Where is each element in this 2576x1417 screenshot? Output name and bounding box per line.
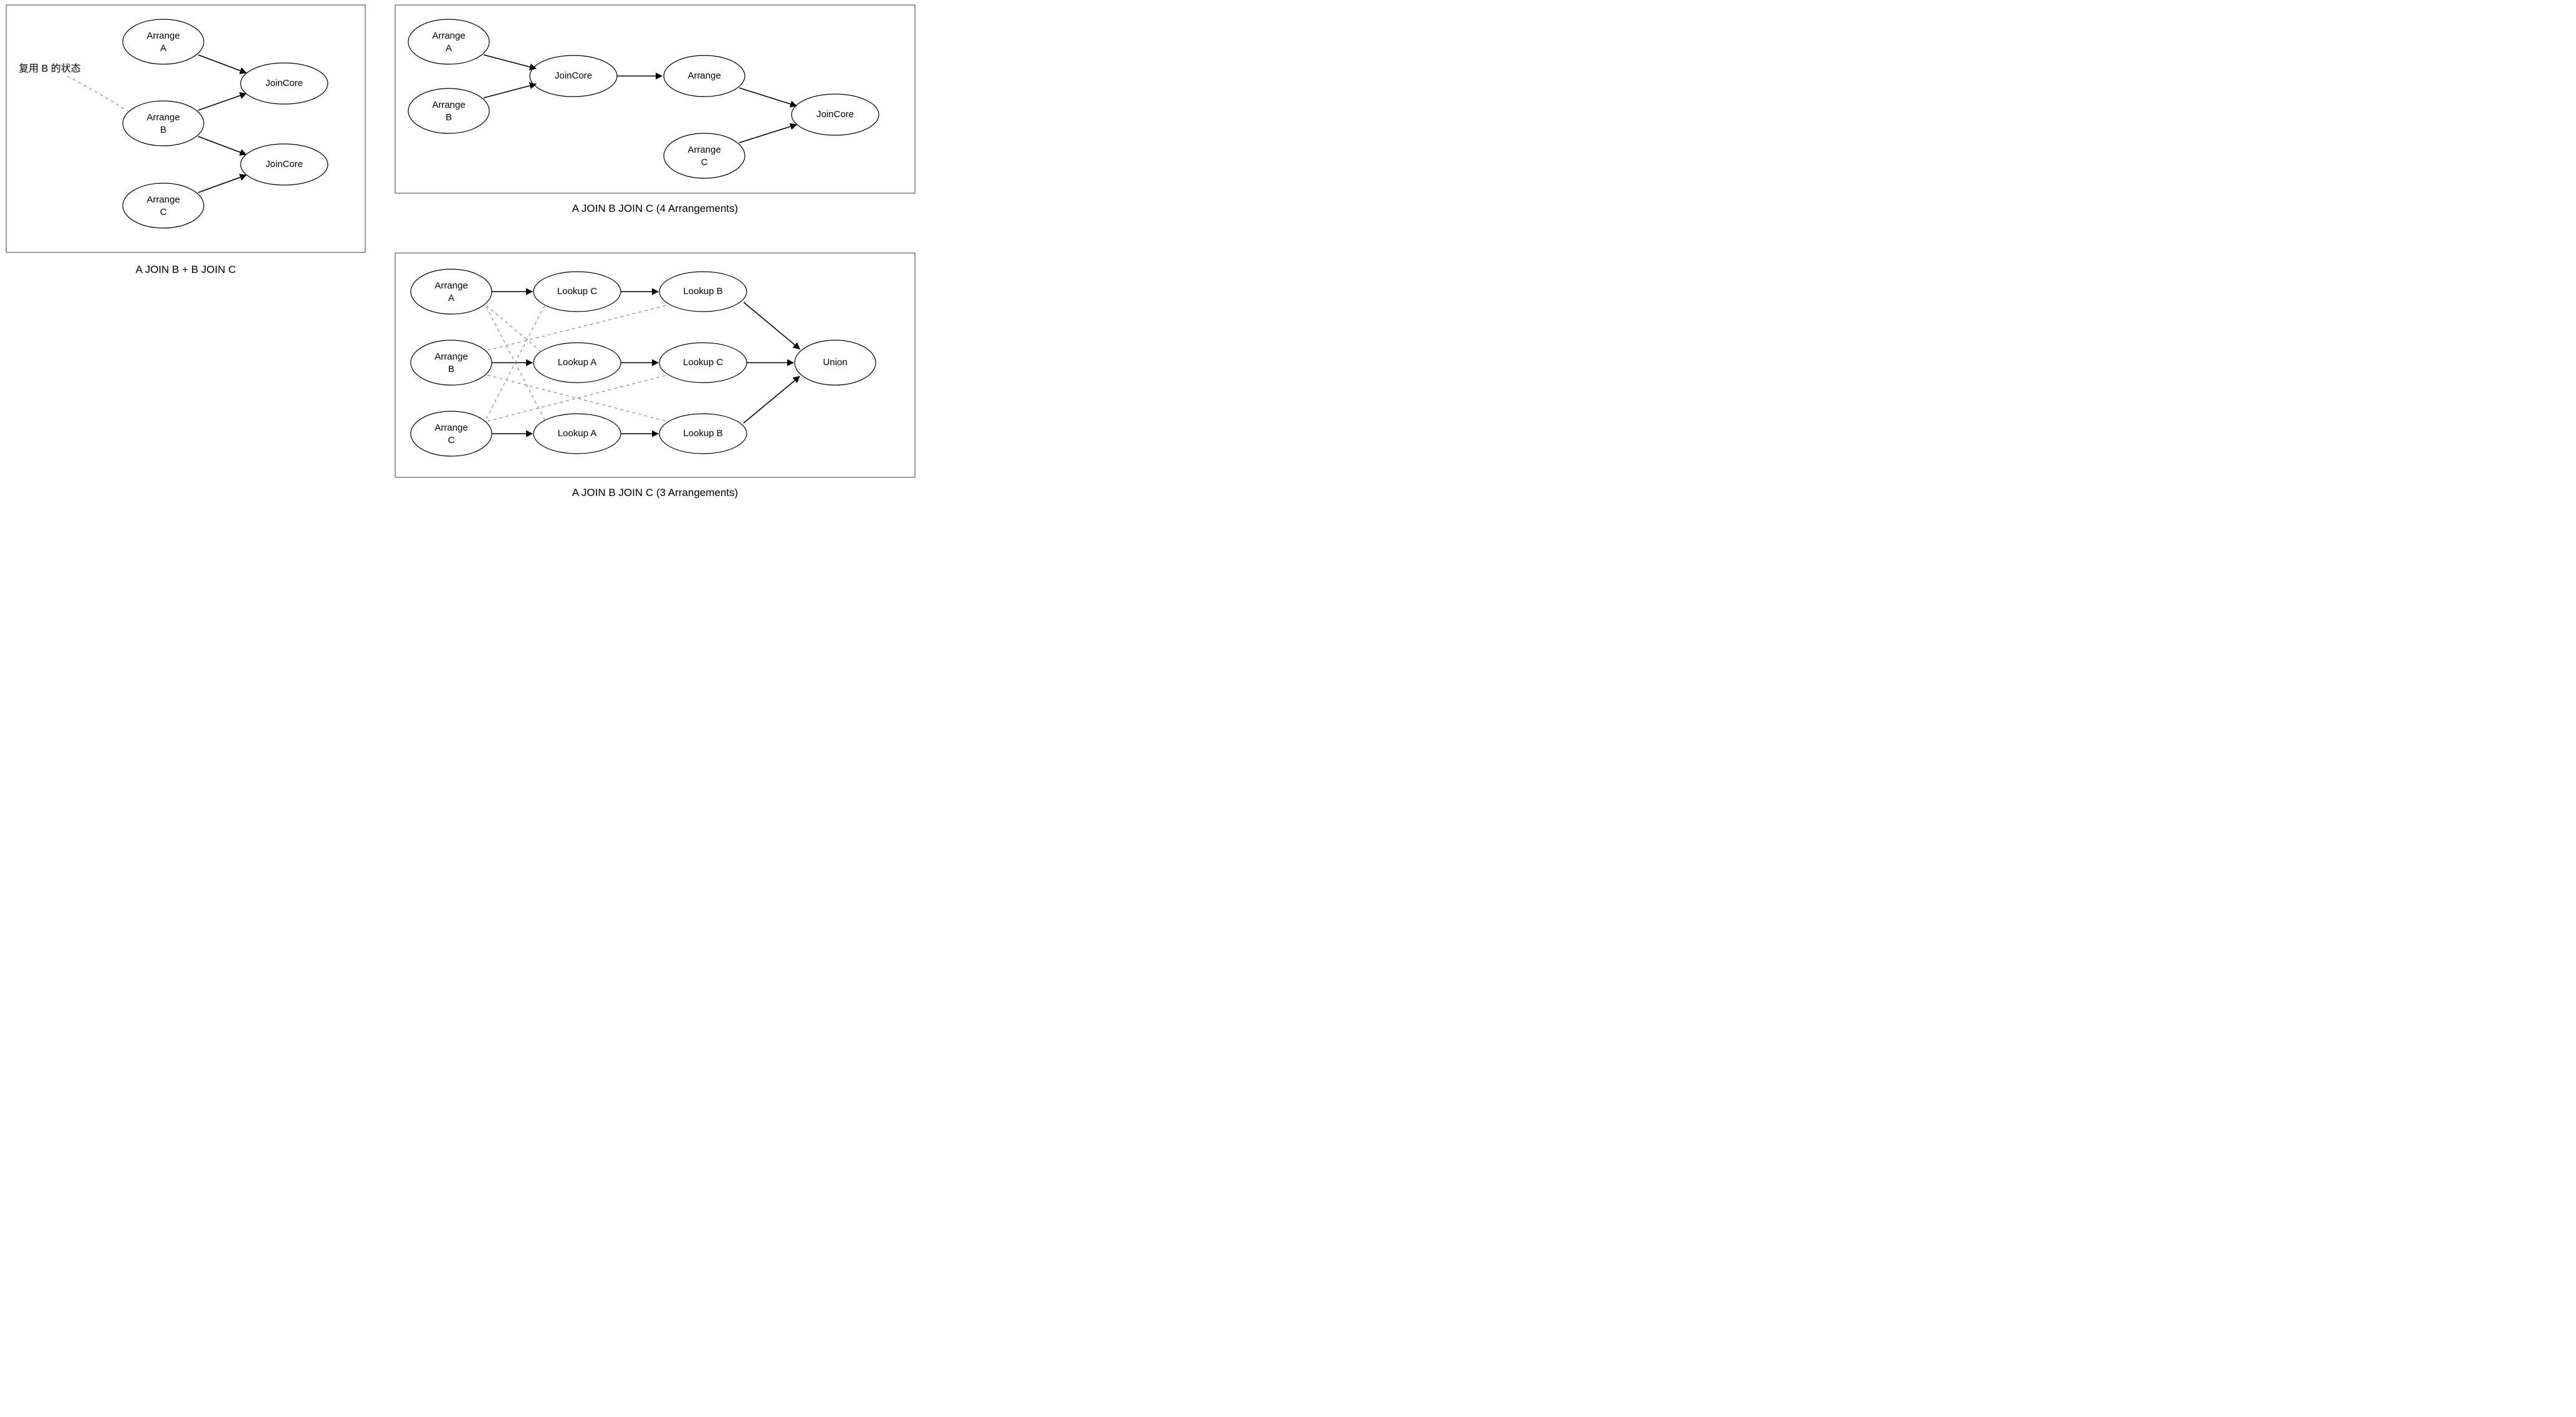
edge-tr-c-jc2 [739,125,797,143]
edge-br-row3-union [744,376,800,423]
panel-top-right: Arrange A Arrange B JoinCore Arrange Arr… [395,5,915,214]
dashed-pointer-annotation [67,76,128,111]
node-joincore-1-tr: JoinCore [530,55,617,97]
edge-b-jc1 [198,93,246,110]
node-arrange-c-br: Arrange C [411,411,492,456]
edge-c-jc2 [198,175,246,193]
svg-text:JoinCore: JoinCore [266,159,303,169]
svg-text:C: C [701,157,708,168]
svg-text:Lookup C: Lookup C [683,357,723,368]
svg-text:Lookup A: Lookup A [558,357,597,368]
svg-text:JoinCore: JoinCore [816,109,854,120]
node-arrange-a-br: Arrange A [411,269,492,314]
node-arrange-a-tr: Arrange A [408,19,489,64]
node-joincore-bottom: JoinCore [241,144,328,185]
node-union: Union [795,340,876,385]
node-arrange-b: Arrange B [123,101,204,146]
svg-text:A: A [446,43,452,54]
node-arrange-a: Arrange A [123,19,204,64]
svg-text:Arrange: Arrange [146,31,180,41]
node-lookup-b-1: Lookup B [659,272,747,312]
svg-text:Lookup B: Lookup B [683,428,722,439]
node-lookup-a-2: Lookup A [534,414,621,454]
node-lookup-b-2: Lookup B [659,414,747,454]
node-arrange-c: Arrange C [123,183,204,228]
svg-text:Lookup A: Lookup A [558,428,597,439]
svg-text:C: C [448,435,455,446]
svg-text:Arrange: Arrange [687,70,721,81]
svg-text:C: C [160,207,167,217]
svg-text:A: A [160,43,166,54]
diagram-canvas: 复用 B 的状态 Arrange A Arrange B Arrange C J… [0,0,921,515]
edge-br-row1-union [744,302,800,349]
svg-text:Arrange: Arrange [434,351,467,362]
panel-bottom-right: Arrange A Lookup C Lookup B Arrange B Lo… [395,253,915,499]
svg-text:A: A [448,293,454,303]
edge-a-jc1 [198,55,246,73]
svg-text:Arrange: Arrange [687,145,721,155]
edge-tr-a-jc1 [484,55,536,69]
svg-text:JoinCore: JoinCore [266,78,303,88]
node-joincore-top: JoinCore [241,63,328,104]
node-arrange-c-tr: Arrange C [664,133,745,178]
caption-top-right: A JOIN B JOIN C (4 Arrangements) [572,203,738,214]
node-lookup-c-2: Lookup C [659,343,747,383]
dash-a-la1 [486,305,542,353]
dash-a-la2 [486,307,545,421]
annotation-reuse-b: 复用 B 的状态 [19,63,81,74]
caption-bottom-right: A JOIN B JOIN C (3 Arrangements) [572,487,738,499]
dash-b-lb1 [487,305,667,350]
svg-text:B: B [446,112,452,123]
edge-tr-b-jc1 [484,84,536,98]
node-arrange-b-br: Arrange B [411,340,492,385]
svg-text:B: B [160,125,166,135]
svg-text:Lookup B: Lookup B [683,286,722,297]
edge-tr-arr-jc2 [739,88,797,106]
node-arrange-b-tr: Arrange B [408,88,489,133]
svg-text:Arrange: Arrange [146,112,180,123]
svg-text:Union: Union [823,357,847,368]
dash-c-lc1 [486,304,545,419]
svg-text:Arrange: Arrange [434,280,467,291]
panel-left: 复用 B 的状态 Arrange A Arrange B Arrange C J… [6,5,365,275]
node-lookup-a-1: Lookup A [534,343,621,383]
node-arrange-tr: Arrange [664,55,745,97]
svg-text:Lookup C: Lookup C [557,286,597,297]
svg-text:Arrange: Arrange [146,194,180,205]
svg-text:Arrange: Arrange [432,31,465,41]
svg-text:JoinCore: JoinCore [555,70,592,81]
svg-text:Arrange: Arrange [434,422,467,433]
node-lookup-c-1: Lookup C [534,272,621,312]
svg-text:B: B [448,364,454,375]
edge-b-jc2 [198,136,246,155]
svg-text:Arrange: Arrange [432,100,465,110]
node-joincore-2-tr: JoinCore [792,94,879,135]
caption-left: A JOIN B + B JOIN C [135,264,236,275]
